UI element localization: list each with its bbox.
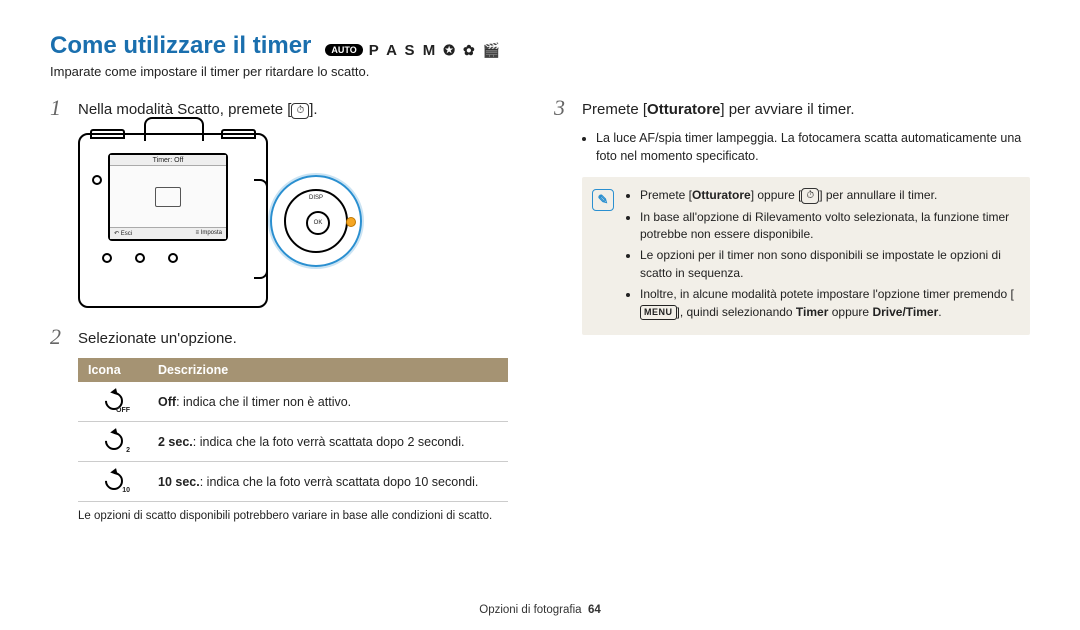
dpad-ok-label: OK — [306, 211, 330, 235]
mode-movie-icon: 🎬 — [483, 42, 502, 59]
step-3-sub: La luce AF/spia timer lampeggia. La foto… — [582, 129, 1030, 165]
step-2-number: 2 — [50, 326, 68, 348]
mode-smart-icon: ✿ — [463, 42, 477, 59]
step-3-bold: Otturatore — [647, 101, 720, 118]
timer-10s-icon: 10 — [102, 469, 124, 491]
note-item: Premete [Otturatore] oppure [⏱] per annu… — [640, 187, 1016, 204]
step-2-text: Selezionate un'opzione. — [78, 326, 237, 348]
camera-screen: Timer: Off ↶ Esci ≡ Imposta — [108, 153, 228, 241]
table-footnote: Le opzioni di scatto disponibili potrebb… — [78, 510, 526, 522]
camera-screen-title: Timer: Off — [110, 155, 226, 166]
menu-key-icon: MENU — [640, 305, 677, 320]
note-box: ✎ Premete [Otturatore] oppure [⏱] per an… — [582, 177, 1030, 335]
timer-key-icon: ⏱ — [291, 103, 309, 119]
row-2-bold: 10 sec. — [158, 475, 200, 489]
step-3-number: 3 — [554, 97, 572, 119]
dpad-highlight-icon — [346, 217, 356, 227]
footer-section: Opzioni di fotografia — [479, 604, 581, 616]
note-item: Le opzioni per il timer non sono disponi… — [640, 247, 1016, 282]
camera-illustration: Timer: Off ↶ Esci ≡ Imposta DISP OK — [78, 133, 526, 308]
mode-strip: AUTO P A S M ✪ ✿ 🎬 — [325, 42, 502, 59]
step-1-number: 1 — [50, 97, 68, 119]
intro-text: Imparate come impostare il timer per rit… — [50, 64, 1030, 79]
dpad-callout: DISP OK — [284, 189, 348, 253]
note-item: Inoltre, in alcune modalità potete impos… — [640, 286, 1016, 321]
th-desc: Descrizione — [148, 358, 508, 382]
page-footer: Opzioni di fotografia 64 — [0, 604, 1080, 616]
camera-screen-foot-right: ≡ Imposta — [195, 230, 222, 237]
row-1-bold: 2 sec. — [158, 435, 193, 449]
row-0-rest: : indica che il timer non è attivo. — [176, 395, 351, 409]
table-row: 2 2 sec.: indica che la foto verrà scatt… — [78, 422, 508, 462]
note-info-icon: ✎ — [592, 189, 614, 211]
note-item: In base all'opzione di Rilevamento volto… — [640, 209, 1016, 244]
step-3-text: Premete [Otturatore] per avviare il time… — [582, 97, 855, 119]
mode-letters: P A S M — [369, 42, 437, 59]
dpad-disp-label: DISP — [309, 195, 323, 201]
options-table: Icona Descrizione OFF Off: indica che il… — [78, 358, 508, 502]
step-1-text: Nella modalità Scatto, premete [⏱]. — [78, 97, 318, 119]
mode-scene-icon: ✪ — [443, 42, 457, 59]
footer-page-number: 64 — [588, 604, 601, 616]
row-1-rest: : indica che la foto verrà scattata dopo… — [193, 435, 465, 449]
row-2-rest: : indica che la foto verrà scattata dopo… — [200, 475, 479, 489]
row-0-bold: Off — [158, 395, 176, 409]
step-3-before: Premete [ — [582, 101, 647, 118]
step-1-after: ]. — [309, 101, 317, 118]
table-row: 10 10 sec.: indica che la foto verrà sca… — [78, 462, 508, 502]
step-3-after: ] per avviare il timer. — [720, 101, 854, 118]
step-3-sub-item: La luce AF/spia timer lampeggia. La foto… — [596, 129, 1030, 165]
dpad-icon: DISP OK — [284, 189, 348, 253]
timer-off-icon: OFF — [102, 389, 124, 411]
page-title: Come utilizzare il timer — [50, 32, 311, 60]
camera-screen-foot-left: ↶ Esci — [114, 230, 132, 237]
timer-2s-icon: 2 — [102, 429, 124, 451]
step-1-before: Nella modalità Scatto, premete [ — [78, 101, 291, 118]
camera-body: Timer: Off ↶ Esci ≡ Imposta — [78, 133, 268, 308]
timer-key-icon: ⏱ — [801, 188, 819, 204]
table-row: OFF Off: indica che il timer non è attiv… — [78, 382, 508, 422]
mode-auto-badge: AUTO — [325, 44, 362, 56]
th-icon: Icona — [78, 358, 148, 382]
